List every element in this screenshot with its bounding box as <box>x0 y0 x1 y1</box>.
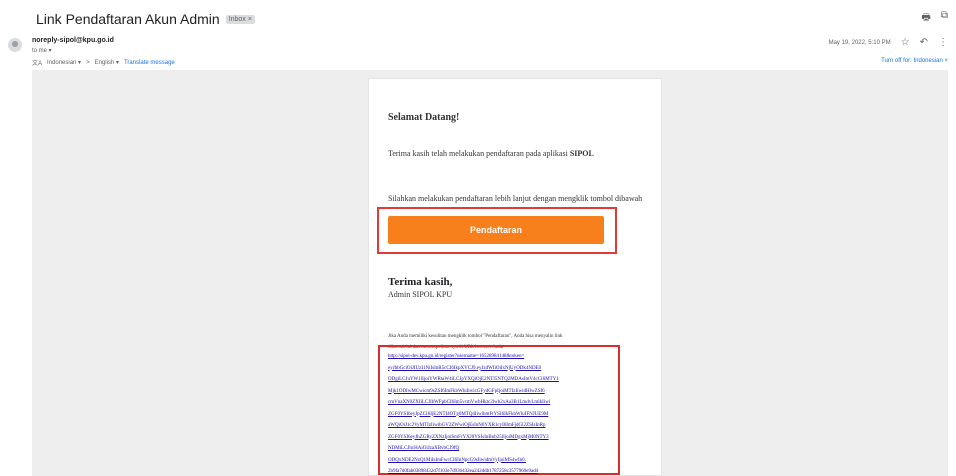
url-line[interactable]: eyJhbGciOiJIUzI1NiIsInR5cCI6IkpXVCJ9.eyJ… <box>388 363 620 375</box>
thanks-prefix: Terima kasih telah melakukan pendaftaran… <box>388 149 570 158</box>
email-card: Selamat Datang! Terima kasih telah melak… <box>368 78 662 476</box>
url-line[interactable]: NDMiLCJhcHAiOiJzaXBvbCJ9fQ <box>388 443 620 455</box>
email-body-canvas: Selamat Datang! Terima kasih telah melak… <box>32 70 948 476</box>
inbox-label-text: Inbox <box>228 15 246 23</box>
translate-message-link[interactable]: Translate message <box>124 60 175 66</box>
register-button[interactable]: Pendaftaran <box>388 216 604 244</box>
recipient-toggle[interactable]: to me ▾ <box>32 47 52 54</box>
app-name: SIPOL <box>569 149 594 158</box>
url-line[interactable]: aWQiOiJ1c2VyMTIzIiwibGV2ZWwiOjEsInN0YXR1… <box>388 420 620 432</box>
star-icon[interactable]: ☆ <box>901 37 910 48</box>
more-options-icon[interactable]: ⋮ <box>938 37 948 48</box>
source-language-select[interactable]: Indonesian ▾ <box>47 59 81 66</box>
sender-avatar <box>8 38 22 52</box>
url-line[interactable]: cmVnaXN0ZXIiLCJlbWFpbCI6Im5vcmVwbHktc2lw… <box>388 397 620 409</box>
url-line[interactable]: 2b9fa7d0fab03898432d7f103e7d936432ea242d… <box>388 466 620 476</box>
email-subject-row: Link Pendaftaran Akun Admin Inbox × <box>36 9 255 29</box>
closing-signature: Admin SIPOL KPU <box>388 290 453 299</box>
print-icon[interactable]: 🖶 <box>921 10 930 27</box>
inbox-label-chip[interactable]: Inbox × <box>225 14 255 24</box>
closing-heading: Terima kasih, <box>388 276 453 288</box>
greeting-heading: Selamat Datang! <box>388 112 460 123</box>
message-date: May 19, 2022, 5:10 PM <box>828 39 891 46</box>
target-language-select[interactable]: English ▾ <box>95 59 119 66</box>
url-line[interactable]: ZGF0YSI6eyJpZCI6IjE2NTI4OTg0MTQ4IiwibmFt… <box>388 409 620 421</box>
url-line[interactable]: ODgiLCJuYW1lIjoiYWRtaW4iLCJpYXQiOjE2NTI5… <box>388 374 620 386</box>
open-new-window-icon[interactable]: ⧉ <box>941 10 948 27</box>
translate-icon: 文A <box>32 61 43 67</box>
translate-bar: 文A Indonesian ▾ > English ▾ Translate me… <box>32 58 175 68</box>
url-line[interactable]: Mjk1ODIwMCwicm9sZSI6ImFkbWluIiwicGFydGFp… <box>388 386 620 398</box>
turn-off-translate-link[interactable]: Turn off for: Indonesian × <box>881 58 948 64</box>
url-line[interactable]: ZGF0YSI6eyJhZGRyZXNzIjoiSmFrYXJ0YSIsInBo… <box>388 432 620 444</box>
language-arrow: > <box>86 59 90 66</box>
instruction-text: Silahkan melakukan pendaftaran lebih lan… <box>388 194 643 203</box>
top-actions: 🖶 ⧉ <box>921 10 948 27</box>
thanks-text: Terima kasih telah melakukan pendaftaran… <box>388 149 594 158</box>
remove-label-icon[interactable]: × <box>248 16 252 23</box>
reply-icon[interactable]: ↶ <box>920 37 928 48</box>
fallback-line-1: Jika Anda memiliki kesulitan mengklik to… <box>388 334 563 339</box>
sender-address: noreply-sipol@kpu.go.id <box>32 37 114 44</box>
url-line[interactable]: ODQxNDE2NzQ1MiIsImFwcCI6InNpcG9sIiwidmVy… <box>388 455 620 467</box>
email-subject: Link Pendaftaran Akun Admin <box>36 11 220 27</box>
message-meta: May 19, 2022, 5:10 PM ☆ ↶ ⋮ <box>829 37 948 48</box>
url-line[interactable]: http://sipol-dev.kpu.go.id/register?user… <box>388 351 620 363</box>
registration-url-link[interactable]: http://sipol-dev.kpu.go.id/register?user… <box>388 351 620 476</box>
